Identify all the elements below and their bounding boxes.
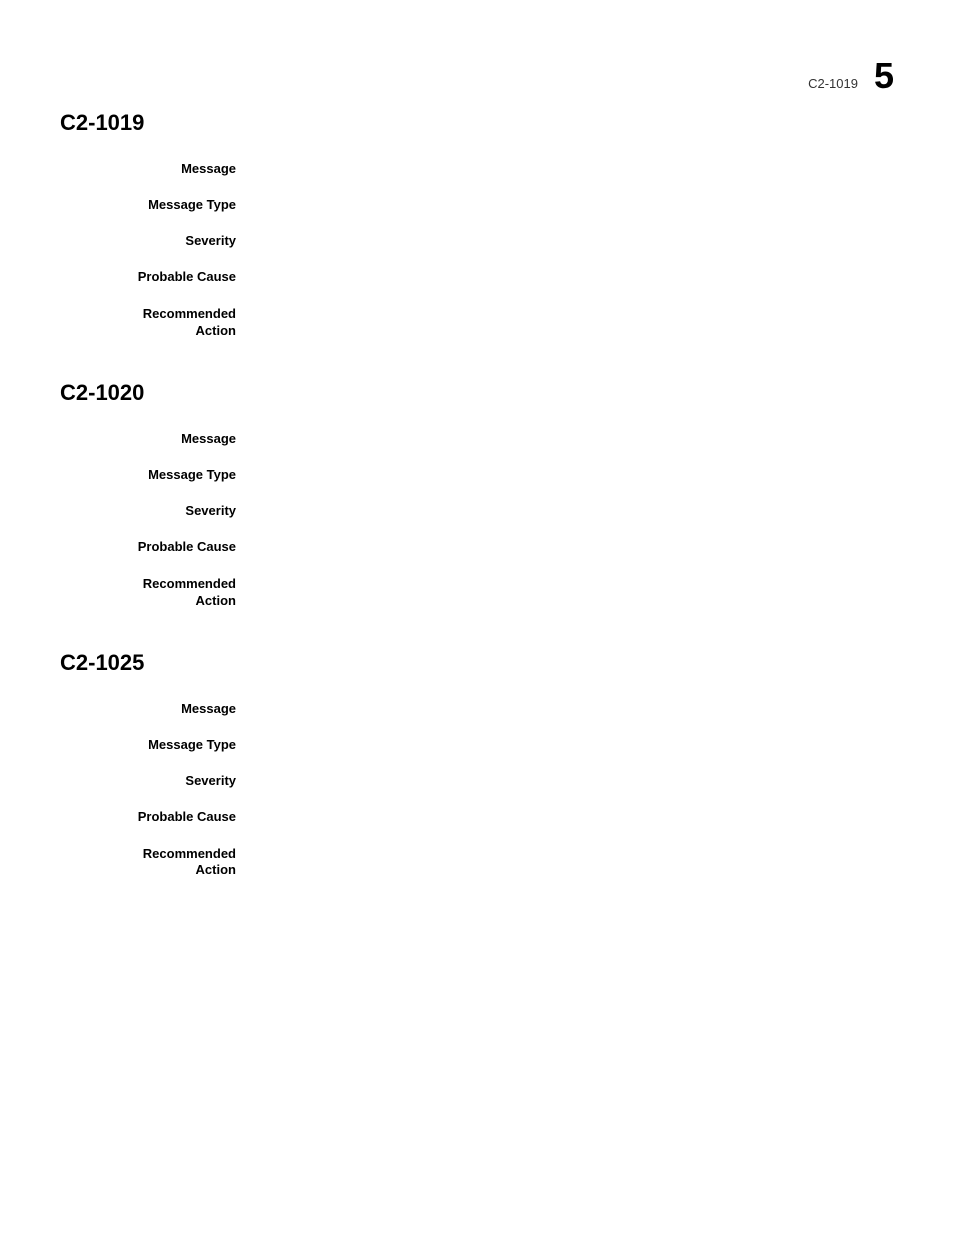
- field-value-recommendedaction-1020: [260, 574, 894, 610]
- field-row-severity-1019: Severity: [60, 232, 894, 252]
- field-label-recommendedaction-1025: RecommendedAction: [60, 844, 260, 880]
- field-row-recommendedaction-1020: RecommendedAction: [60, 574, 894, 610]
- field-row-probablecause-1020: Probable Cause: [60, 538, 894, 558]
- field-label-message-1025: Message: [60, 700, 260, 720]
- header-page-number: 5: [874, 55, 894, 97]
- field-value-recommendedaction-1025: [260, 844, 894, 880]
- field-value-recommendedaction-1019: [260, 304, 894, 340]
- section-title-c2-1020: C2-1020: [60, 380, 894, 406]
- field-row-messagetype-1025: Message Type: [60, 736, 894, 756]
- field-value-messagetype-1019: [260, 196, 894, 216]
- field-label-severity-1025: Severity: [60, 772, 260, 792]
- field-label-severity-1019: Severity: [60, 232, 260, 252]
- section-c2-1019: C2-1019 Message Message Type Severity Pr…: [60, 110, 894, 340]
- field-value-messagetype-1020: [260, 466, 894, 486]
- field-label-severity-1020: Severity: [60, 502, 260, 522]
- field-label-messagetype-1025: Message Type: [60, 736, 260, 756]
- field-row-probablecause-1025: Probable Cause: [60, 808, 894, 828]
- section-title-c2-1025: C2-1025: [60, 650, 894, 676]
- field-label-recommendedaction-1019: RecommendedAction: [60, 304, 260, 340]
- field-label-probablecause-1025: Probable Cause: [60, 808, 260, 828]
- field-label-messagetype-1019: Message Type: [60, 196, 260, 216]
- field-row-messagetype-1019: Message Type: [60, 196, 894, 216]
- field-label-messagetype-1020: Message Type: [60, 466, 260, 486]
- field-label-message-1020: Message: [60, 430, 260, 450]
- field-row-probablecause-1019: Probable Cause: [60, 268, 894, 288]
- main-content: C2-1019 Message Message Type Severity Pr…: [0, 0, 954, 979]
- section-title-c2-1019: C2-1019: [60, 110, 894, 136]
- field-row-message-1025: Message: [60, 700, 894, 720]
- page-header: C2-1019 5: [808, 55, 894, 97]
- header-code: C2-1019: [808, 76, 858, 91]
- field-value-severity-1025: [260, 772, 894, 792]
- field-value-message-1019: [260, 160, 894, 180]
- field-row-recommendedaction-1025: RecommendedAction: [60, 844, 894, 880]
- field-value-probablecause-1019: [260, 268, 894, 288]
- field-value-probablecause-1020: [260, 538, 894, 558]
- field-row-messagetype-1020: Message Type: [60, 466, 894, 486]
- field-label-message-1019: Message: [60, 160, 260, 180]
- field-value-severity-1019: [260, 232, 894, 252]
- field-label-recommendedaction-1020: RecommendedAction: [60, 574, 260, 610]
- field-value-severity-1020: [260, 502, 894, 522]
- field-value-messagetype-1025: [260, 736, 894, 756]
- field-label-probablecause-1019: Probable Cause: [60, 268, 260, 288]
- section-c2-1020: C2-1020 Message Message Type Severity Pr…: [60, 380, 894, 610]
- field-value-message-1020: [260, 430, 894, 450]
- field-label-probablecause-1020: Probable Cause: [60, 538, 260, 558]
- field-row-recommendedaction-1019: RecommendedAction: [60, 304, 894, 340]
- field-row-severity-1025: Severity: [60, 772, 894, 792]
- field-row-severity-1020: Severity: [60, 502, 894, 522]
- field-value-message-1025: [260, 700, 894, 720]
- field-row-message-1019: Message: [60, 160, 894, 180]
- field-row-message-1020: Message: [60, 430, 894, 450]
- section-c2-1025: C2-1025 Message Message Type Severity Pr…: [60, 650, 894, 880]
- field-value-probablecause-1025: [260, 808, 894, 828]
